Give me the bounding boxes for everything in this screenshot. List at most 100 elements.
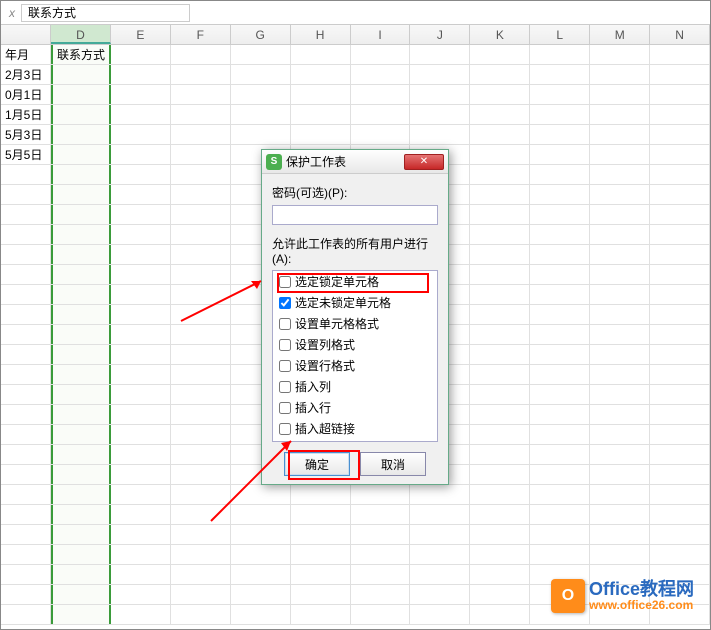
cell[interactable] xyxy=(530,505,590,524)
cell[interactable] xyxy=(410,605,470,624)
col-header-E[interactable]: E xyxy=(111,25,171,44)
cell[interactable] xyxy=(650,425,710,444)
cell[interactable] xyxy=(470,205,530,224)
cell[interactable] xyxy=(470,465,530,484)
cell[interactable] xyxy=(410,45,470,64)
cell[interactable] xyxy=(51,465,111,484)
cell[interactable] xyxy=(51,505,111,524)
cell[interactable] xyxy=(590,305,650,324)
cell[interactable] xyxy=(171,225,231,244)
cell[interactable] xyxy=(171,545,231,564)
cell[interactable] xyxy=(351,565,411,584)
ok-button[interactable]: 确定 xyxy=(284,452,350,476)
cell[interactable] xyxy=(530,545,590,564)
cell[interactable] xyxy=(530,305,590,324)
cell[interactable] xyxy=(530,445,590,464)
cell[interactable] xyxy=(590,165,650,184)
cell[interactable] xyxy=(231,85,291,104)
cell[interactable] xyxy=(470,545,530,564)
cell[interactable] xyxy=(111,105,171,124)
cell[interactable] xyxy=(111,565,171,584)
cell[interactable] xyxy=(351,605,411,624)
cell[interactable] xyxy=(351,485,411,504)
cell[interactable] xyxy=(530,485,590,504)
cell[interactable] xyxy=(51,345,111,364)
cell[interactable] xyxy=(51,205,111,224)
cell[interactable] xyxy=(650,185,710,204)
cell[interactable] xyxy=(650,405,710,424)
cell[interactable] xyxy=(291,105,351,124)
cell[interactable] xyxy=(291,605,351,624)
cell[interactable] xyxy=(171,265,231,284)
cell[interactable] xyxy=(351,545,411,564)
cell[interactable] xyxy=(590,525,650,544)
cell[interactable] xyxy=(171,65,231,84)
cell[interactable] xyxy=(530,325,590,344)
cell[interactable] xyxy=(171,325,231,344)
cell[interactable] xyxy=(111,185,171,204)
cell[interactable] xyxy=(590,145,650,164)
cell[interactable] xyxy=(231,565,291,584)
cell[interactable] xyxy=(410,65,470,84)
cell[interactable] xyxy=(530,185,590,204)
cell[interactable] xyxy=(470,65,530,84)
cell[interactable] xyxy=(590,105,650,124)
cell[interactable] xyxy=(590,385,650,404)
cell[interactable] xyxy=(231,65,291,84)
cell[interactable] xyxy=(231,545,291,564)
cell[interactable] xyxy=(111,505,171,524)
cell[interactable] xyxy=(111,65,171,84)
cell[interactable] xyxy=(410,545,470,564)
cell[interactable] xyxy=(111,265,171,284)
cell[interactable] xyxy=(590,65,650,84)
cell[interactable] xyxy=(171,45,231,64)
cell[interactable] xyxy=(410,85,470,104)
cell[interactable] xyxy=(590,545,650,564)
col-header-L[interactable]: L xyxy=(530,25,590,44)
cell[interactable] xyxy=(650,125,710,144)
col-header-K[interactable]: K xyxy=(470,25,530,44)
cell[interactable] xyxy=(111,345,171,364)
cell[interactable] xyxy=(171,465,231,484)
cell[interactable] xyxy=(470,85,530,104)
cell[interactable] xyxy=(351,585,411,604)
cell[interactable] xyxy=(111,585,171,604)
col-header-F[interactable]: F xyxy=(171,25,231,44)
cell[interactable] xyxy=(111,405,171,424)
cell[interactable] xyxy=(171,385,231,404)
cell[interactable] xyxy=(590,185,650,204)
cell[interactable] xyxy=(171,185,231,204)
cell[interactable] xyxy=(470,425,530,444)
cell[interactable] xyxy=(291,505,351,524)
checkbox[interactable] xyxy=(279,297,291,309)
close-button[interactable]: ✕ xyxy=(404,154,444,170)
cell[interactable] xyxy=(650,225,710,244)
cell[interactable] xyxy=(590,405,650,424)
cell[interactable] xyxy=(351,505,411,524)
cell[interactable] xyxy=(410,585,470,604)
col-header-H[interactable]: H xyxy=(291,25,351,44)
cell[interactable] xyxy=(51,405,111,424)
cell[interactable] xyxy=(650,325,710,344)
checkbox[interactable] xyxy=(279,276,291,288)
cell[interactable] xyxy=(650,465,710,484)
cell[interactable] xyxy=(590,285,650,304)
cell[interactable] xyxy=(171,405,231,424)
cell[interactable] xyxy=(171,285,231,304)
cell[interactable] xyxy=(51,305,111,324)
col-header-N[interactable]: N xyxy=(650,25,710,44)
cell[interactable] xyxy=(590,265,650,284)
cell[interactable] xyxy=(470,325,530,344)
cell[interactable] xyxy=(650,445,710,464)
cell[interactable] xyxy=(590,205,650,224)
cell[interactable] xyxy=(590,125,650,144)
cell[interactable] xyxy=(111,225,171,244)
cell[interactable] xyxy=(171,605,231,624)
cell[interactable] xyxy=(171,105,231,124)
cell[interactable] xyxy=(111,465,171,484)
cell[interactable] xyxy=(470,285,530,304)
cell[interactable] xyxy=(231,585,291,604)
cell[interactable] xyxy=(51,125,111,144)
cell[interactable] xyxy=(470,245,530,264)
cell[interactable] xyxy=(291,585,351,604)
